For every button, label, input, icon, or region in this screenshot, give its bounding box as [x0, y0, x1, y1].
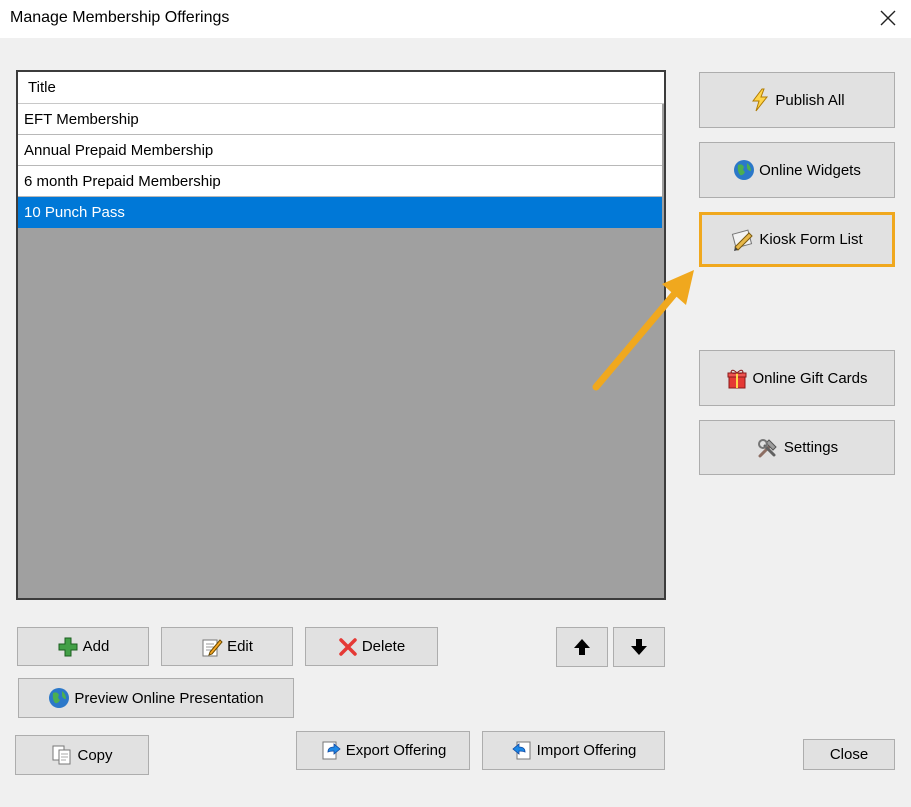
settings-button[interactable]: Settings — [699, 420, 895, 475]
kiosk-form-list-label: Kiosk Form List — [759, 231, 863, 248]
move-down-button[interactable] — [613, 627, 665, 667]
title-bar: Manage Membership Offerings — [0, 0, 911, 38]
publish-all-label: Publish All — [775, 91, 845, 109]
online-widgets-button[interactable]: Online Widgets — [699, 142, 895, 198]
import-offering-button[interactable]: Import Offering — [482, 731, 665, 770]
publish-all-button[interactable]: Publish All — [699, 72, 895, 128]
plus-icon — [57, 636, 79, 658]
add-button[interactable]: Add — [17, 627, 149, 666]
close-button[interactable]: Close — [803, 739, 895, 770]
column-header-label: Title — [28, 79, 56, 96]
close-icon — [880, 10, 896, 26]
offerings-grid[interactable]: Title EFT Membership Annual Prepaid Memb… — [16, 70, 666, 600]
row-label: 6 month Prepaid Membership — [24, 172, 221, 190]
add-label: Add — [82, 638, 110, 655]
table-row[interactable]: 6 month Prepaid Membership — [18, 166, 662, 197]
row-label: 10 Punch Pass — [24, 203, 125, 221]
window-close-button[interactable] — [873, 4, 903, 32]
table-row[interactable]: Annual Prepaid Membership — [18, 135, 662, 166]
online-gift-cards-button[interactable]: Online Gift Cards — [699, 350, 895, 406]
preview-label: Preview Online Presentation — [74, 689, 264, 707]
arrow-up-icon — [574, 639, 590, 655]
row-label: EFT Membership — [24, 110, 139, 128]
kiosk-form-list-button[interactable]: Kiosk Form List — [699, 212, 895, 267]
close-label: Close — [829, 746, 869, 763]
globe-icon — [733, 159, 755, 181]
edit-button[interactable]: Edit — [161, 627, 293, 666]
settings-label: Settings — [783, 439, 839, 456]
preview-online-presentation-button[interactable]: Preview Online Presentation — [18, 678, 294, 718]
export-icon — [320, 740, 342, 762]
copy-button[interactable]: Copy — [15, 735, 149, 775]
move-up-button[interactable] — [556, 627, 608, 667]
edit-label: Edit — [227, 638, 253, 655]
export-offering-button[interactable]: Export Offering — [296, 731, 470, 770]
lightning-icon — [749, 88, 771, 112]
x-icon — [338, 637, 358, 657]
window-title: Manage Membership Offerings — [10, 9, 230, 26]
tools-icon — [756, 437, 780, 459]
arrow-down-icon — [631, 639, 647, 655]
globe-icon — [48, 687, 70, 709]
import-label: Import Offering — [536, 742, 637, 759]
pencil-icon — [731, 229, 755, 251]
column-header-title[interactable]: Title — [18, 72, 664, 104]
copy-icon — [51, 744, 73, 766]
table-row-selected[interactable]: 10 Punch Pass — [18, 197, 662, 228]
delete-button[interactable]: Delete — [305, 627, 438, 666]
edit-icon — [201, 636, 223, 658]
row-label: Annual Prepaid Membership — [24, 141, 214, 159]
table-row[interactable]: EFT Membership — [18, 104, 662, 135]
delete-label: Delete — [361, 638, 406, 655]
online-gift-cards-label: Online Gift Cards — [752, 369, 868, 387]
gift-icon — [726, 367, 748, 389]
online-widgets-label: Online Widgets — [759, 161, 861, 179]
copy-label: Copy — [77, 746, 113, 764]
import-icon — [511, 740, 533, 762]
export-label: Export Offering — [345, 742, 447, 759]
